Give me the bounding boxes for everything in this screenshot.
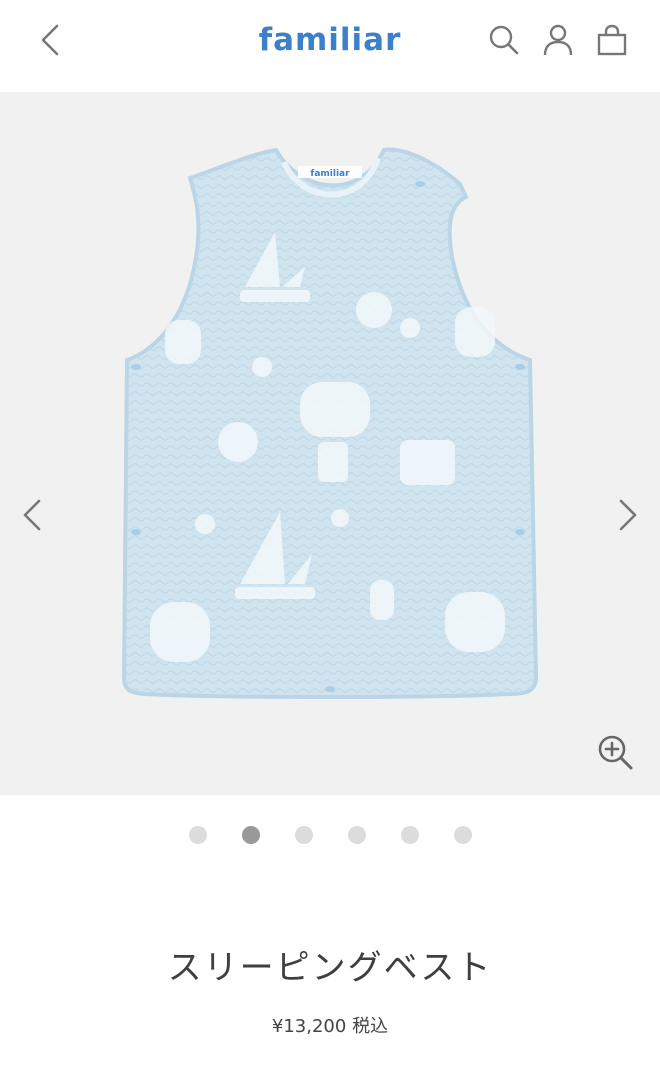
top-header: familiar (0, 0, 660, 92)
pagination-dot[interactable] (188, 826, 207, 844)
tax-label: 税込 (352, 1016, 389, 1037)
product-image-gallery[interactable]: familiar (0, 92, 660, 795)
product-title: スリーピングベスト (167, 948, 493, 988)
next-image-button[interactable] (608, 495, 648, 535)
pagination-dot[interactable] (294, 826, 313, 844)
zoom-in-icon (598, 735, 633, 770)
pagination-dot[interactable] (400, 826, 419, 844)
chevron-left-icon (23, 499, 41, 531)
pagination-dot[interactable] (241, 826, 260, 844)
chevron-right-icon (619, 499, 637, 531)
header-actions (486, 20, 630, 60)
previous-image-button[interactable] (12, 495, 52, 535)
zoom-button[interactable] (594, 731, 636, 773)
pagination-dot[interactable] (347, 826, 366, 844)
svg-text:familiar: familiar (310, 169, 350, 179)
price-value: ¥13,200 (271, 1016, 347, 1037)
user-icon (543, 24, 573, 56)
account-button[interactable] (540, 20, 576, 60)
pagination-dot[interactable] (453, 826, 472, 844)
cart-button[interactable] (594, 20, 630, 60)
product-price: ¥13,200 税込 (0, 1012, 660, 1038)
search-button[interactable] (486, 20, 522, 60)
search-icon (489, 25, 519, 55)
product-image: familiar (0, 92, 660, 795)
shopping-bag-icon (597, 24, 627, 56)
image-pagination (0, 826, 660, 844)
